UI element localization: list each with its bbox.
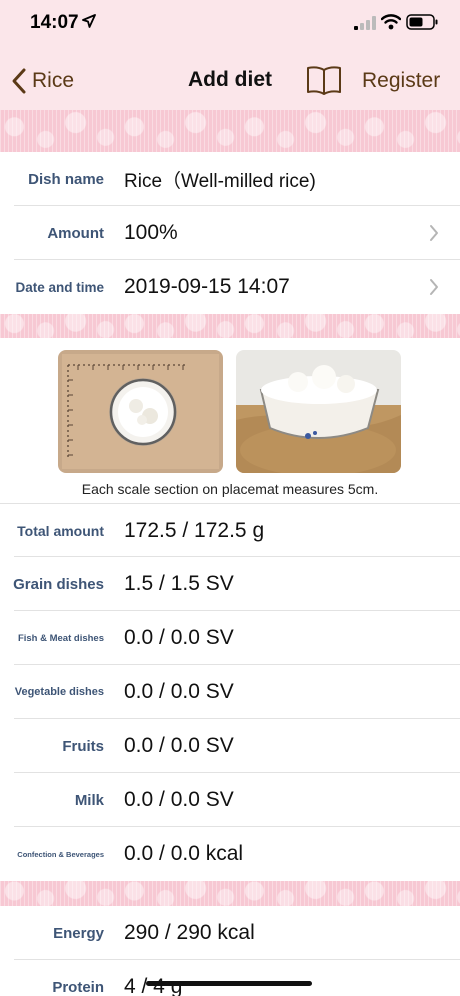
header: 14:07 Rice Add diet Register	[0, 0, 460, 110]
nutrition-label: Fish & Meat dishes	[17, 632, 104, 644]
milk-row: Milk 0.0 / 0.0 SV	[0, 773, 460, 827]
battery-icon	[406, 14, 438, 30]
decorative-band	[0, 881, 460, 906]
amount-value: 100%	[124, 221, 178, 244]
protein-value: 4 / 4 g	[124, 975, 182, 996]
nutrition-label: Confection & Beverages	[17, 849, 104, 859]
fruits-row: Fruits 0.0 / 0.0 SV	[0, 719, 460, 773]
nutrition-label: Milk	[74, 791, 104, 809]
decorative-band	[0, 110, 460, 152]
protein-label: Protein	[52, 978, 104, 996]
protein-row: Protein 4 / 4 g	[0, 960, 460, 996]
nutrition-label: Grain dishes	[13, 575, 104, 593]
nutrition-value: 0.0 / 0.0 SV	[124, 788, 234, 811]
book-icon[interactable]	[306, 64, 342, 96]
nutrition-value: 0.0 / 0.0 kcal	[124, 842, 244, 865]
nutrition-value: 0.0 / 0.0 SV	[124, 734, 234, 757]
register-button[interactable]: Register	[362, 69, 440, 93]
status-time: 14:07	[30, 12, 79, 33]
photo-caption: Each scale section on placemat measures …	[81, 481, 379, 497]
date-time-row[interactable]: Date and time 2019-09-15 14:07	[0, 260, 460, 314]
navigation-bar: Rice Add diet Register	[0, 56, 460, 106]
nutrition-value: 172.5 / 172.5 g	[124, 519, 265, 542]
amount-label: Amount	[47, 224, 104, 242]
dish-photos: Each scale section on placemat measures …	[0, 338, 460, 502]
fish-meat-row: Fish & Meat dishes 0.0 / 0.0 SV	[0, 611, 460, 665]
amount-row[interactable]: Amount 100%	[0, 206, 460, 260]
nutrition-label: Fruits	[62, 737, 104, 755]
dish-name-row[interactable]: Dish name Rice（Well-milled rice)	[0, 152, 460, 206]
vegetable-dishes-row: Vegetable dishes 0.0 / 0.0 SV	[0, 665, 460, 719]
cellular-signal-icon	[354, 16, 376, 30]
date-time-value: 2019-09-15 14:07	[124, 275, 290, 298]
decorative-band	[0, 314, 460, 338]
chevron-right-icon	[430, 225, 438, 241]
dish-name-value: Rice（Well-milled rice)	[124, 170, 316, 192]
location-arrow-icon	[82, 14, 96, 28]
energy-value: 290 / 290 kcal	[124, 921, 255, 944]
home-indicator[interactable]	[146, 981, 312, 986]
confection-beverages-row: Confection & Beverages 0.0 / 0.0 kcal	[0, 827, 460, 881]
placemat-photo[interactable]	[58, 350, 223, 473]
energy-label: Energy	[53, 924, 104, 942]
date-time-label: Date and time	[15, 279, 104, 295]
total-amount-row: Total amount 172.5 / 172.5 g	[0, 503, 460, 557]
side-view-photo[interactable]	[236, 350, 401, 473]
dish-name-label: Dish name	[28, 170, 104, 188]
wifi-icon	[381, 14, 401, 30]
nutrition-value: 0.0 / 0.0 SV	[124, 680, 234, 703]
nutrition-value: 0.0 / 0.0 SV	[124, 626, 234, 649]
chevron-right-icon	[430, 279, 438, 295]
nutrition-label: Vegetable dishes	[14, 686, 104, 698]
nutrition-value: 1.5 / 1.5 SV	[124, 572, 234, 595]
nutrition-label: Total amount	[17, 523, 104, 539]
energy-row: Energy 290 / 290 kcal	[0, 906, 460, 960]
grain-dishes-row: Grain dishes 1.5 / 1.5 SV	[0, 557, 460, 611]
status-bar: 14:07	[0, 0, 460, 50]
